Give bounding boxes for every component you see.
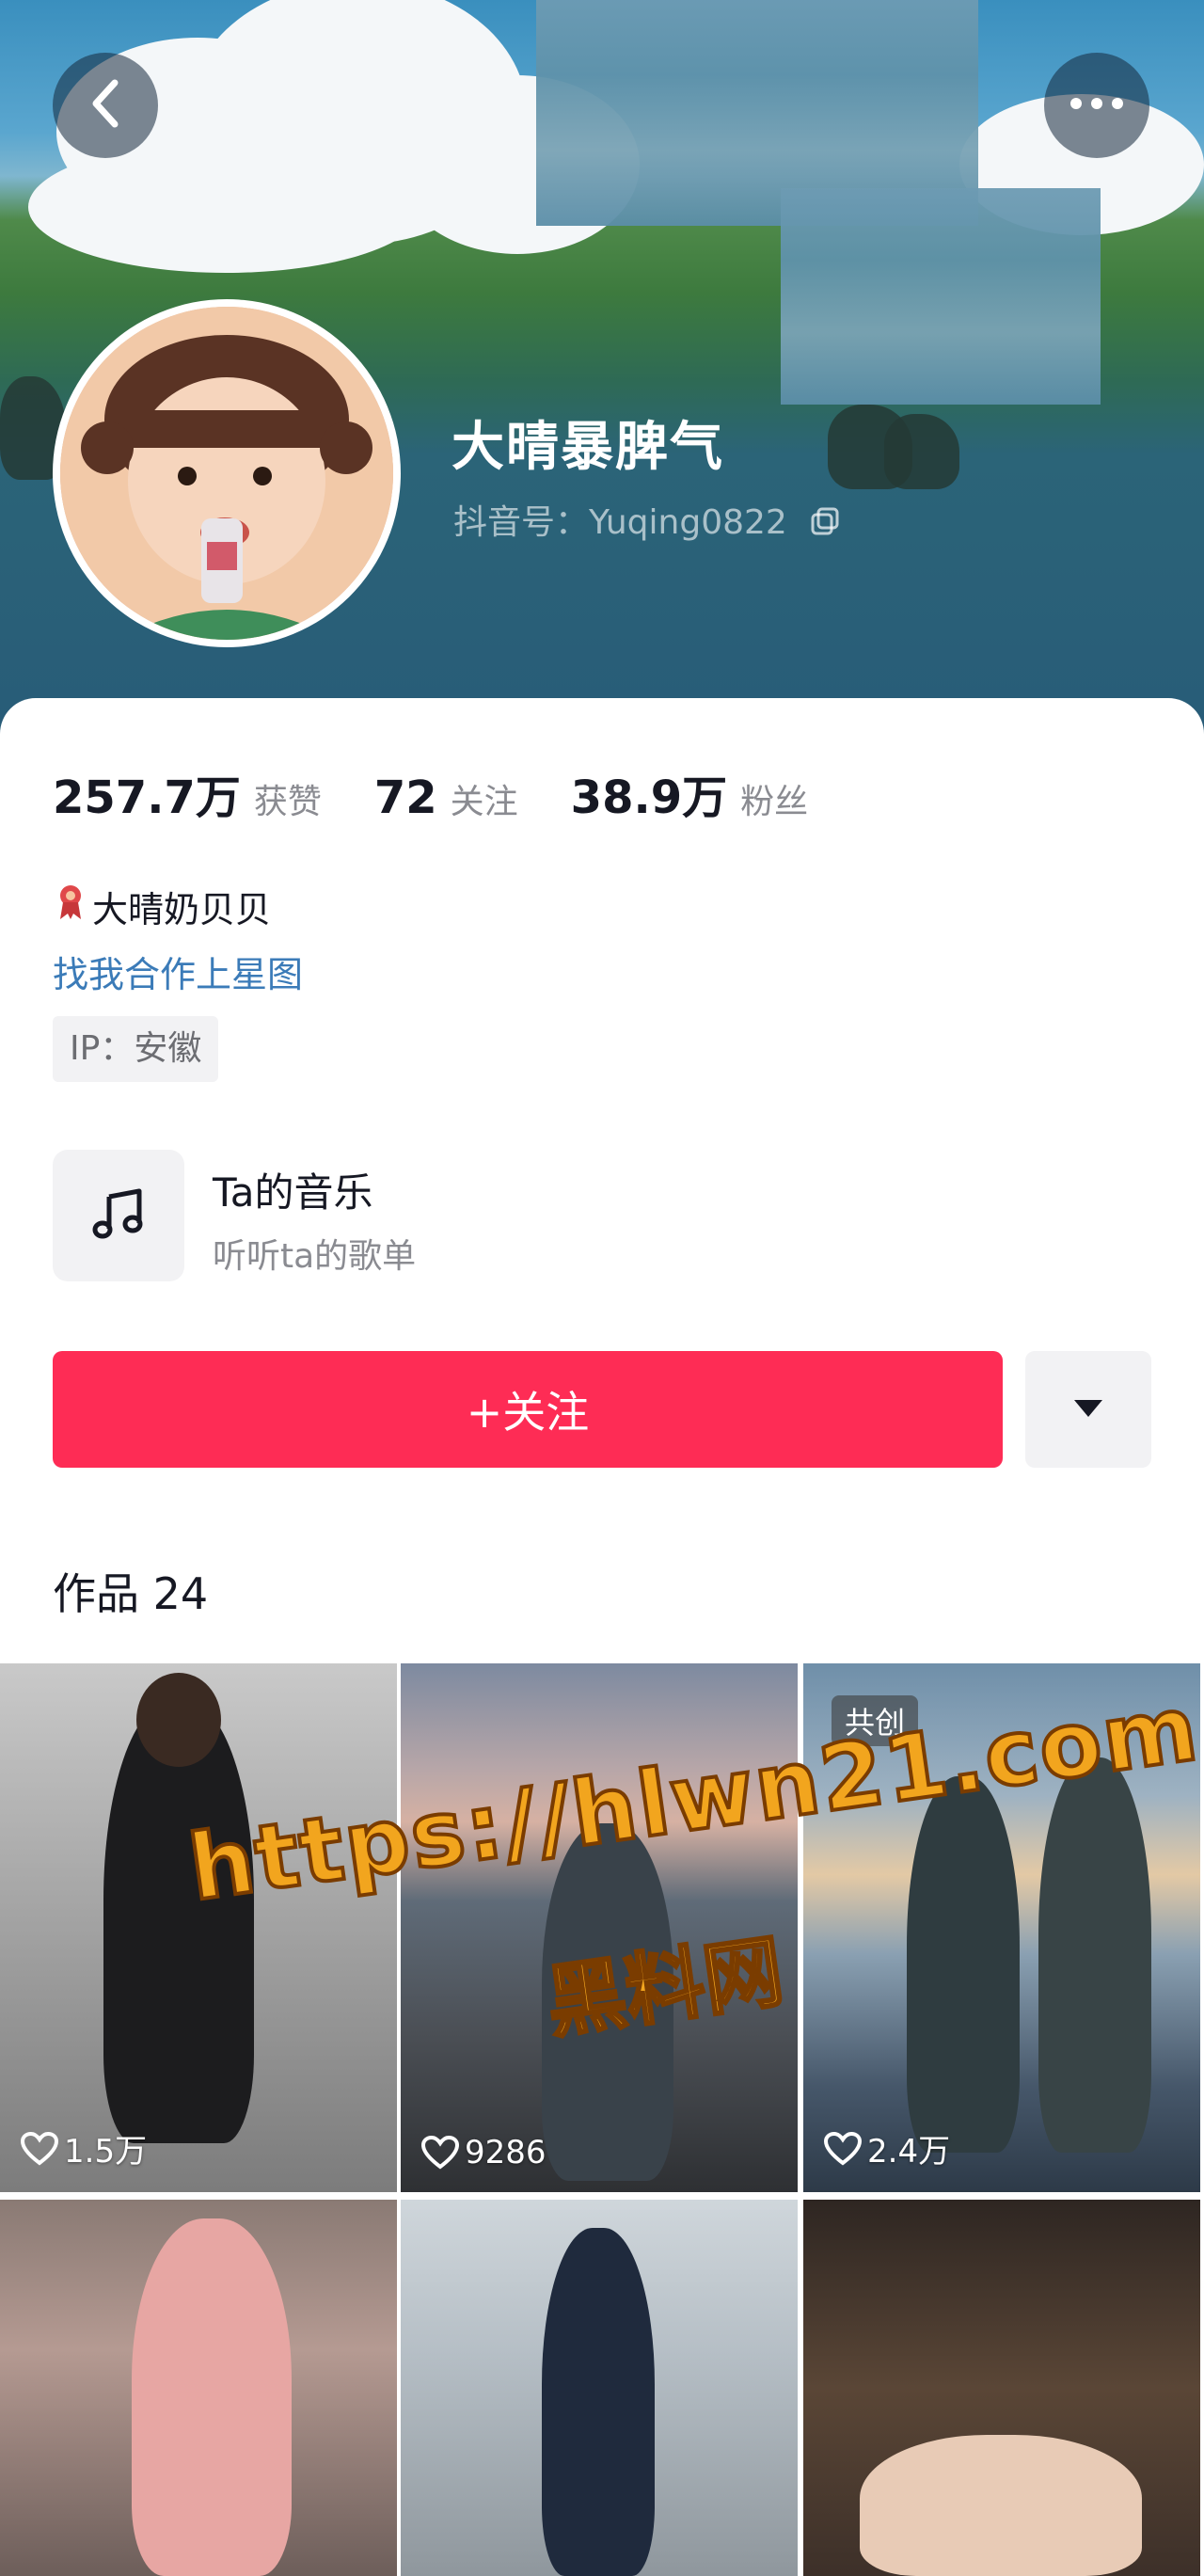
like-count: 1.5万 <box>21 2125 147 2171</box>
music-entry-icon-box[interactable] <box>53 1150 184 1281</box>
like-count: 9286 <box>421 2134 547 2171</box>
profile-stats: 257.7万 获赞 72 关注 38.9万 粉丝 <box>53 760 861 826</box>
video-tile[interactable]: 9286 <box>401 1663 798 2192</box>
video-tile[interactable]: 1.5万 <box>0 1663 397 2192</box>
like-count-text: 1.5万 <box>64 2133 148 2171</box>
back-button[interactable] <box>53 53 158 158</box>
triangle-down-icon <box>1072 1398 1104 1422</box>
followers-label: 粉丝 <box>740 783 809 821</box>
like-count-text: 9286 <box>465 2134 547 2171</box>
more-options-button[interactable] <box>1044 53 1149 158</box>
award-ribbon-icon <box>56 883 85 930</box>
profile-nickname: 大晴暴脾气 <box>452 417 724 478</box>
followers-count[interactable]: 38.9万 <box>571 760 727 826</box>
more-recommend-dropdown-button[interactable] <box>1025 1351 1151 1468</box>
douyin-id-text: 抖音号：Yuqing0822 <box>453 503 787 542</box>
star-collab-link[interactable]: 找我合作上星图 <box>53 946 303 997</box>
co-creation-badge: 共创 <box>832 1695 919 1746</box>
likes-count[interactable]: 257.7万 <box>53 760 241 826</box>
like-count-text: 2.4万 <box>867 2133 951 2171</box>
music-title[interactable]: Ta的音乐 <box>213 1161 372 1218</box>
video-tile[interactable] <box>401 2200 798 2576</box>
copy-icon[interactable] <box>811 505 839 544</box>
chevron-left-icon <box>85 77 126 134</box>
heart-outline-icon <box>824 2131 862 2166</box>
heart-outline-icon <box>21 2131 58 2166</box>
likes-label: 获赞 <box>253 783 322 821</box>
video-tile[interactable]: 共创 2.4万 <box>803 1663 1200 2192</box>
works-tab-title[interactable]: 作品 24 <box>53 1560 208 1622</box>
music-subtitle: 听听ta的歌单 <box>213 1237 417 1276</box>
honor-text: 大晴奶贝贝 <box>92 889 272 930</box>
douyin-id: 抖音号：Yuqing0822 <box>453 495 839 544</box>
heart-outline-icon <box>421 2136 459 2170</box>
video-tile[interactable] <box>0 2200 397 2576</box>
follow-button[interactable]: +关注 <box>53 1351 1003 1468</box>
following-count[interactable]: 72 <box>374 771 437 824</box>
like-count: 2.4万 <box>824 2125 950 2171</box>
video-tile[interactable] <box>803 2200 1200 2576</box>
more-dots-icon <box>1069 96 1125 115</box>
following-label: 关注 <box>450 783 518 821</box>
honor-row: 大晴奶贝贝 <box>56 881 271 932</box>
avatar[interactable] <box>60 307 393 640</box>
ip-location-tag: IP：安徽 <box>53 1016 219 1082</box>
music-note-icon <box>88 1184 149 1248</box>
